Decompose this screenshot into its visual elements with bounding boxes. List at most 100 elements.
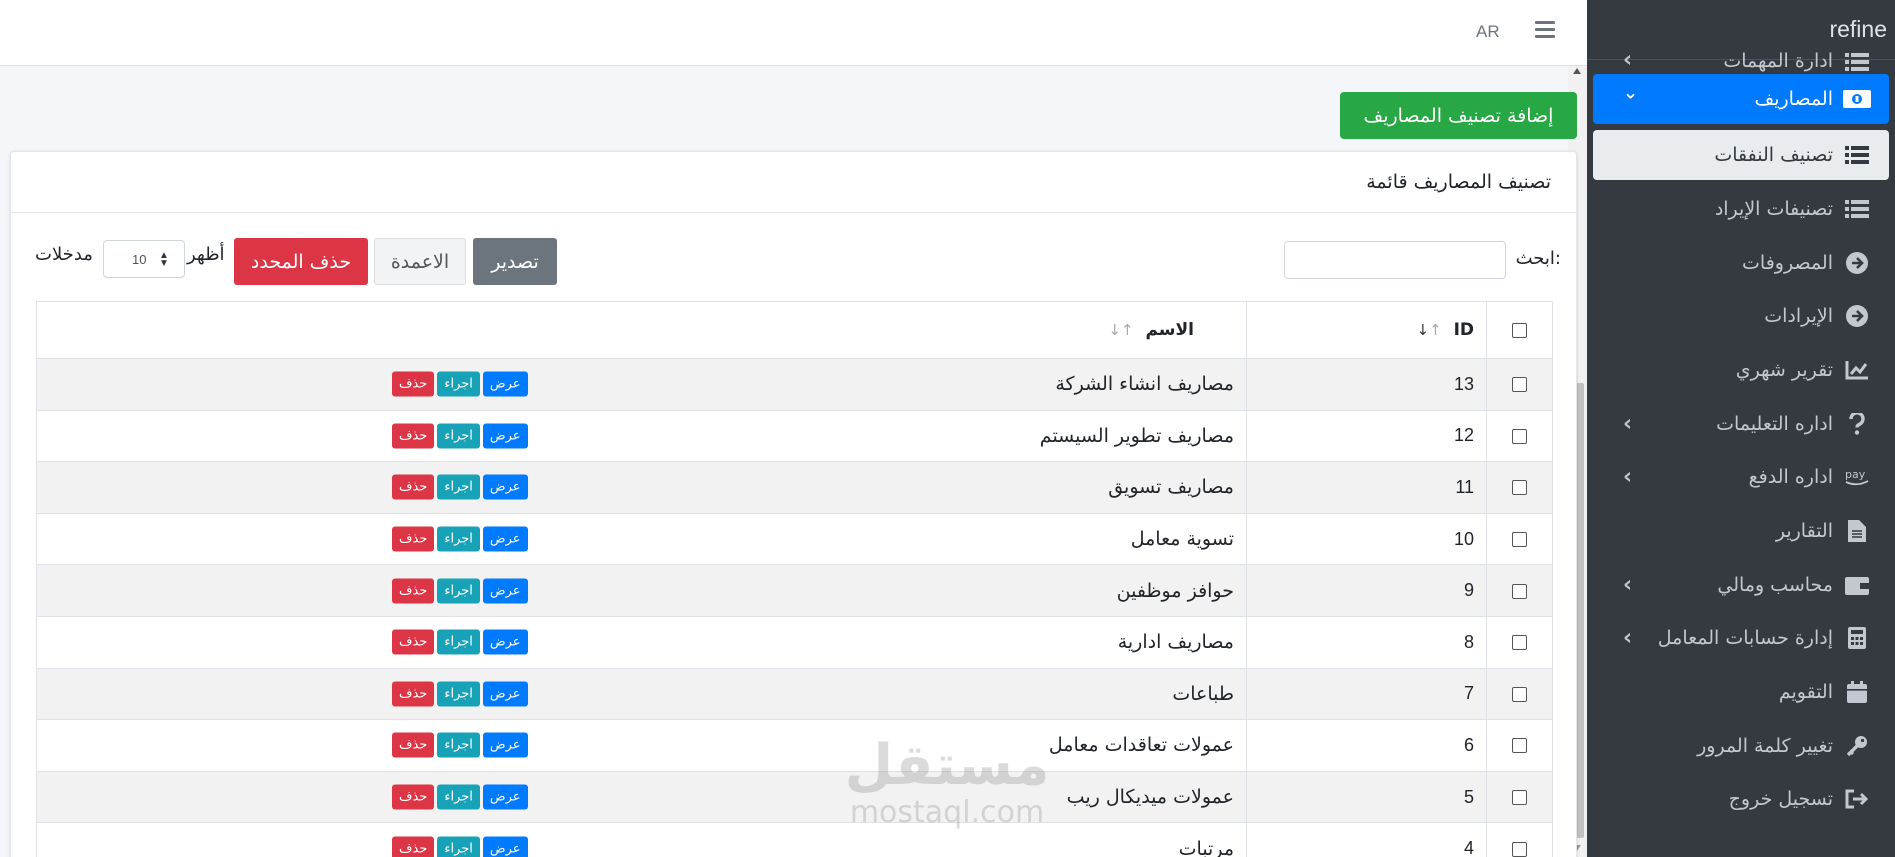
row-id: 4 xyxy=(1246,822,1487,857)
view-row-button[interactable]: عرض xyxy=(482,629,528,655)
process-row-button[interactable]: اجراء xyxy=(437,371,480,397)
process-row-button[interactable]: اجراء xyxy=(437,423,480,449)
chevron-left-icon: ‹ xyxy=(1623,572,1633,598)
delete-row-button[interactable]: حذف xyxy=(392,371,435,397)
sidebar-item-label: المصروفات xyxy=(1742,251,1833,274)
sidebar-item-label: تصنيف النفقات xyxy=(1714,144,1833,166)
view-row-button[interactable]: عرض xyxy=(482,784,528,810)
row-name: مصاريف تسويق xyxy=(1108,476,1234,499)
delete-row-button[interactable]: حذف xyxy=(392,732,435,758)
row-select-cell xyxy=(1486,358,1553,411)
sidebar-item-label: تسجيل خروج xyxy=(1728,788,1833,811)
sidebar-item-9-amazon-pay[interactable]: ‹ اداره الدفع pay xyxy=(1593,450,1889,504)
name-column-header[interactable]: الاسم ↑↓ xyxy=(36,301,1247,359)
columns-button[interactable]: الاعمدة xyxy=(374,238,466,285)
process-row-button[interactable]: اجراء xyxy=(437,732,480,758)
row-checkbox[interactable] xyxy=(1512,841,1527,857)
hamburger-menu-icon[interactable] xyxy=(1535,21,1555,42)
row-checkbox[interactable] xyxy=(1512,738,1527,754)
row-name: عمولات تعاقدات معامل xyxy=(1048,734,1234,757)
row-checkbox[interactable] xyxy=(1512,480,1527,496)
row-checkbox[interactable] xyxy=(1512,532,1527,548)
row-actions: حذف اجراء عرض xyxy=(392,578,528,604)
delete-row-button[interactable]: حذف xyxy=(392,681,435,707)
row-checkbox[interactable] xyxy=(1512,377,1527,393)
row-checkbox[interactable] xyxy=(1512,428,1527,444)
sidebar-item-3-list[interactable]: تصنيف النفقات xyxy=(1593,130,1889,180)
view-row-button[interactable]: عرض xyxy=(482,578,528,604)
row-select-cell xyxy=(1486,409,1553,463)
view-row-button[interactable]: عرض xyxy=(482,371,528,397)
table-header-row: ID ↑↓ الاسم ↑↓ xyxy=(36,301,1553,359)
sidebar-item-15-sign-out[interactable]: تسجيل خروج xyxy=(1593,773,1889,827)
select-all-checkbox[interactable] xyxy=(1512,322,1527,338)
row-name: عمولات ميديكال ريب xyxy=(1066,786,1234,809)
row-name-cell: مصاريف تسويق حذف اجراء عرض xyxy=(36,461,1247,514)
row-checkbox[interactable] xyxy=(1512,583,1527,599)
file-icon xyxy=(1843,519,1871,542)
select-arrows-icon: ▲ ▼ xyxy=(159,250,169,269)
table-row: 10 تسوية معامل حذف اجراء عرض xyxy=(36,512,1553,566)
show-label: أظهر xyxy=(187,244,225,265)
process-row-button[interactable]: اجراء xyxy=(437,526,480,552)
row-name: حوافز موظفين xyxy=(1116,579,1234,602)
process-row-button[interactable]: اجراء xyxy=(437,836,480,857)
sidebar-item-1-list[interactable]: ‹ ادارة المهمات xyxy=(1593,48,1889,72)
sidebar-item-11-wallet[interactable]: ‹ محاسب ومالي xyxy=(1593,558,1889,612)
page-length-select[interactable]: 10 ▲ ▼ xyxy=(103,240,185,278)
sidebar-item-4-list[interactable]: تصنيفات الإيراد xyxy=(1593,182,1889,236)
table-row: 9 حوافز موظفين حذف اجراء عرض xyxy=(36,564,1553,617)
sidebar-item-10-file[interactable]: التقارير xyxy=(1593,504,1889,558)
delete-row-button[interactable]: حذف xyxy=(392,423,435,449)
row-checkbox[interactable] xyxy=(1512,686,1527,702)
delete-row-button[interactable]: حذف xyxy=(392,629,435,655)
delete-row-button[interactable]: حذف xyxy=(392,474,435,500)
sidebar-item-13-calendar[interactable]: التقويم xyxy=(1593,665,1889,719)
row-id: 6 xyxy=(1246,719,1487,772)
scroll-up-arrow-icon[interactable] xyxy=(1573,68,1581,74)
process-row-button[interactable]: اجراء xyxy=(437,474,480,500)
delete-row-button[interactable]: حذف xyxy=(392,784,435,810)
search-label: ابحث: xyxy=(1515,248,1561,269)
process-row-button[interactable]: اجراء xyxy=(437,784,480,810)
sidebar-item-12-calculator[interactable]: ‹ إدارة حسابات المعامل xyxy=(1593,612,1889,666)
sidebar-item-8-question[interactable]: ‹ اداره التعليمات xyxy=(1593,397,1889,451)
sidebar: refine ‹ ادارة المهمات ⌄ المصاريف تصنيف النف… xyxy=(1587,0,1895,857)
view-row-button[interactable]: عرض xyxy=(482,681,528,707)
language-switch[interactable]: AR xyxy=(1476,22,1500,42)
view-row-button[interactable]: عرض xyxy=(482,474,528,500)
table-row: 12 مصاريف تطوير السيستم حذف اجراء عرض xyxy=(36,409,1553,463)
search-input[interactable] xyxy=(1284,241,1506,279)
row-actions: حذف اجراء عرض xyxy=(392,474,528,500)
delete-row-button[interactable]: حذف xyxy=(392,578,435,604)
row-actions: حذف اجراء عرض xyxy=(392,784,528,810)
delete-row-button[interactable]: حذف xyxy=(392,526,435,552)
export-button[interactable]: تصدير xyxy=(473,238,557,285)
page-length-value: 10 xyxy=(132,251,147,267)
sidebar-item-label: المصاريف xyxy=(1754,88,1833,110)
entries-label: مدخلات xyxy=(35,244,93,265)
view-row-button[interactable]: عرض xyxy=(482,526,528,552)
process-row-button[interactable]: اجراء xyxy=(437,578,480,604)
delete-selected-button[interactable]: حذف المحدد xyxy=(234,238,368,285)
view-row-button[interactable]: عرض xyxy=(482,836,528,857)
table-row: 7 طباعات حذف اجراء عرض xyxy=(36,667,1553,721)
row-checkbox[interactable] xyxy=(1512,790,1527,806)
sidebar-item-6-arrow-circle[interactable]: الإيرادات xyxy=(1593,289,1889,343)
id-column-header[interactable]: ID ↑↓ xyxy=(1246,301,1487,359)
chevron-left-icon: ‹ xyxy=(1623,48,1633,72)
row-checkbox[interactable] xyxy=(1512,635,1527,651)
sidebar-item-5-arrow-circle[interactable]: المصروفات xyxy=(1593,236,1889,290)
add-expense-category-button[interactable]: إضافة تصنيف المصاريف xyxy=(1340,92,1577,139)
process-row-button[interactable]: اجراء xyxy=(437,681,480,707)
sidebar-item-7-chart-line[interactable]: تقرير شهري xyxy=(1593,343,1889,397)
row-actions: حذف اجراء عرض xyxy=(392,732,528,758)
sidebar-item-2-money-bill[interactable]: ⌄ المصاريف xyxy=(1593,74,1889,124)
view-row-button[interactable]: عرض xyxy=(482,732,528,758)
process-row-button[interactable]: اجراء xyxy=(437,629,480,655)
view-row-button[interactable]: عرض xyxy=(482,423,528,449)
delete-row-button[interactable]: حذف xyxy=(392,836,435,857)
sidebar-item-14-key[interactable]: تغيير كلمة المرور xyxy=(1593,719,1889,773)
arrow-circle-icon xyxy=(1843,251,1871,274)
expense-categories-table: ID ↑↓ الاسم ↑↓ 13 مصاريف انشاء الشركة حذف ا… xyxy=(36,301,1553,857)
